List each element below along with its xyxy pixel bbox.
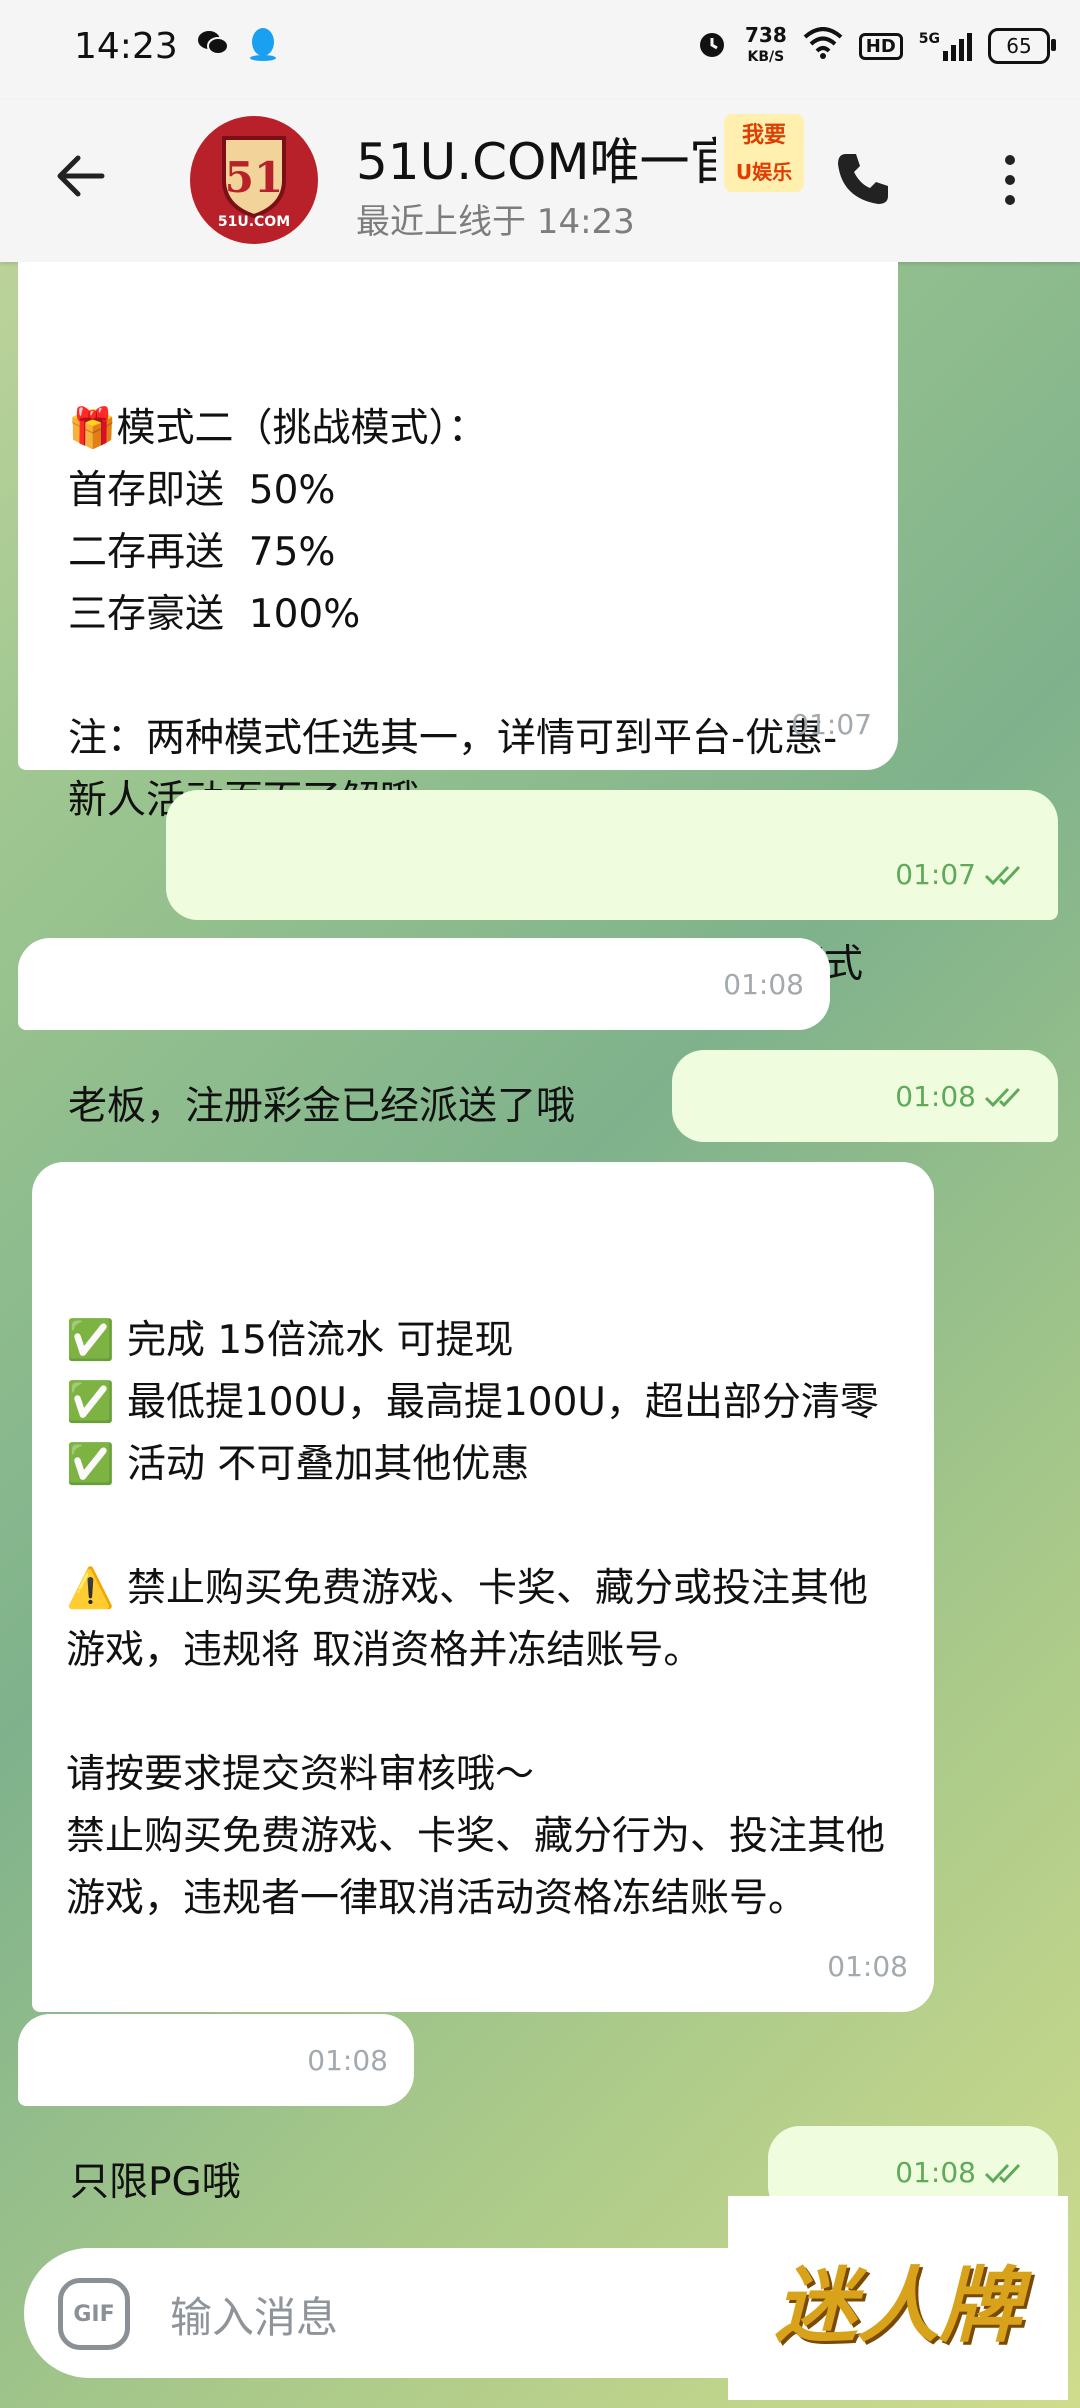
- message-bubble-incoming[interactable]: ✅ 完成 15倍流水 可提现 ✅ 最低提100U，最高提100U，超出部分清零 …: [32, 1162, 934, 2012]
- svg-text:51: 51: [225, 153, 283, 202]
- status-notification-icons: [196, 26, 278, 71]
- phone-call-icon[interactable]: [832, 148, 894, 210]
- back-arrow-icon[interactable]: [52, 146, 112, 206]
- chat-header: 51 51U.COM 51U.COM唯一官 我要 U娱乐 最近上线于 14:23: [0, 100, 1080, 262]
- net-speed: 738 KB/S: [745, 24, 787, 68]
- message-time: 01:08: [827, 1950, 908, 1983]
- message-time: 01:08: [895, 2156, 976, 2189]
- status-right-cluster: 738 KB/S HD 5G 65: [695, 24, 1056, 68]
- avatar[interactable]: 51 51U.COM: [190, 116, 318, 244]
- status-time: 14:23: [74, 26, 178, 67]
- watermark-overlay: 迷人牌: [728, 2196, 1068, 2400]
- avatar-text: 51U.COM: [217, 214, 291, 230]
- message-input[interactable]: [168, 2286, 732, 2348]
- message-meta: 01:08: [895, 2142, 1032, 2204]
- last-seen-status: 最近上线于 14:23: [356, 202, 635, 242]
- message-bubble-incoming[interactable]: 老板，注册彩金已经派送了哦 01:08: [18, 938, 830, 1129]
- title-badge: 我要 U娱乐: [724, 114, 804, 192]
- message-time: 01:07: [791, 708, 872, 741]
- message-meta: 01:08: [307, 2030, 388, 2092]
- gif-label: GIF: [73, 2301, 115, 2327]
- battery-icon: 65: [988, 28, 1056, 64]
- message-bubble-outgoing[interactable]: 收到了 01:08: [672, 1050, 1058, 1241]
- signal-type: 5G: [918, 31, 940, 47]
- double-check-icon: [984, 2163, 1021, 2184]
- watermark-text: 迷人牌: [775, 2258, 1021, 2354]
- double-check-icon: [984, 1087, 1021, 1108]
- message-bubble-incoming[interactable]: 只限PG哦 01:08: [18, 2014, 414, 2205]
- title-badge-line2: U娱乐: [735, 160, 793, 184]
- message-time: 01:08: [895, 1080, 976, 1113]
- message-meta: 01:08: [895, 1066, 1032, 1128]
- wechat-icon: [196, 26, 230, 71]
- battery-level: 65: [1006, 34, 1032, 58]
- message-meta: 01:07: [895, 844, 1032, 906]
- message-meta: 01:08: [827, 1936, 908, 1998]
- message-bubble-outgoing[interactable]: 啥意思呢？彩金选模式还是充值选模式 01:07: [166, 790, 1058, 987]
- message-bubble-incoming[interactable]: 🎁模式二（挑战模式）： 首存即送 50% 二存再送 75% 三存豪送 100% …: [18, 262, 898, 823]
- status-bar: 14:23 738 KB/S HD 5G 65: [0, 0, 1080, 100]
- net-speed-unit: KB/S: [747, 49, 785, 65]
- alarm-icon: [695, 26, 729, 67]
- signal-icon: 5G: [919, 31, 972, 61]
- message-time: 01:07: [895, 858, 976, 891]
- message-text: 🎁模式二（挑战模式）： 首存即送 50% 二存再送 75% 三存豪送 100% …: [68, 406, 838, 823]
- wifi-icon: [803, 26, 843, 66]
- more-options-icon[interactable]: [990, 150, 1030, 210]
- double-check-icon: [984, 865, 1021, 886]
- gif-icon[interactable]: GIF: [58, 2278, 130, 2350]
- message-meta: 01:08: [723, 954, 804, 1016]
- message-time: 01:08: [307, 2044, 388, 2077]
- title-badge-line1: 我要: [741, 123, 786, 148]
- message-list[interactable]: 🎁模式二（挑战模式）： 首存即送 50% 二存再送 75% 三存豪送 100% …: [0, 262, 1080, 2242]
- qq-icon: [248, 26, 278, 71]
- message-meta: 01:07: [791, 694, 872, 756]
- message-text: ✅ 完成 15倍流水 可提现 ✅ 最低提100U，最高提100U，超出部分清零 …: [66, 1318, 886, 1921]
- hd-badge: HD: [858, 32, 903, 60]
- message-time: 01:08: [723, 968, 804, 1001]
- message-text: 只限PG哦: [70, 2160, 241, 2205]
- chat-title[interactable]: 51U.COM唯一官: [356, 122, 716, 194]
- net-speed-value: 738: [745, 23, 787, 47]
